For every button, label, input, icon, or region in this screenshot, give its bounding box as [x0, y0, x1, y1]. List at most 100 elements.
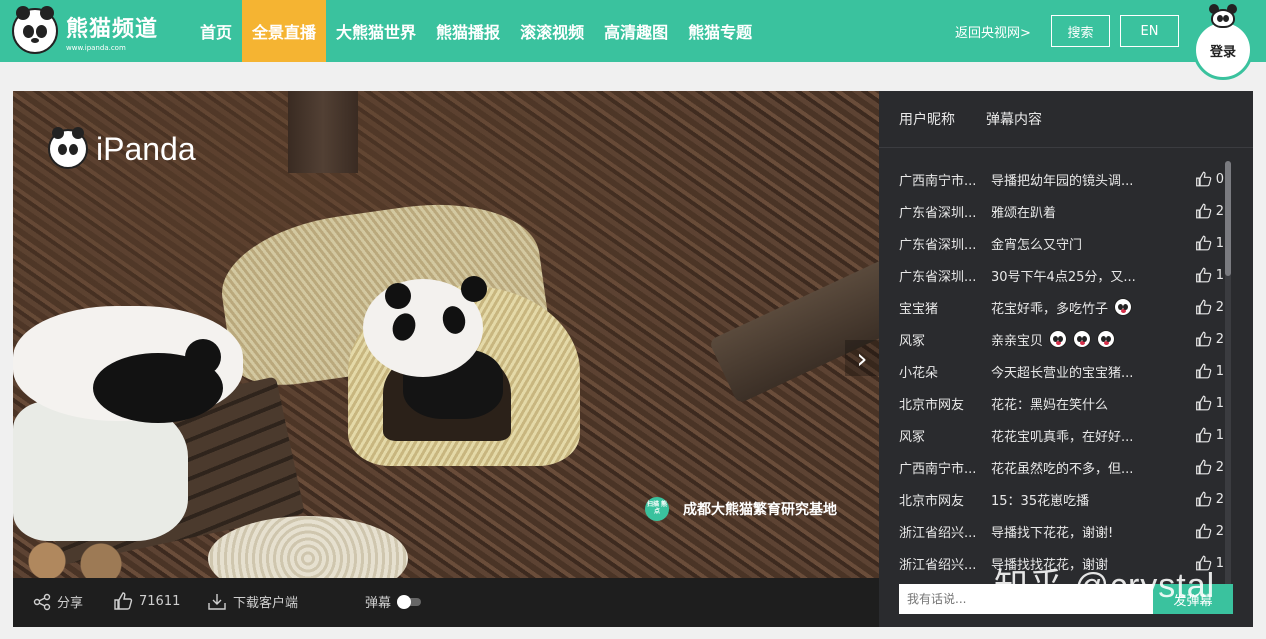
- thumbs-up-icon: [1195, 459, 1212, 475]
- nav-item-live[interactable]: 全景直播: [242, 0, 327, 62]
- danmaku-user: 广西南宁市...: [899, 461, 977, 477]
- danmaku-like-button[interactable]: 1: [1174, 395, 1224, 411]
- ipanda-watermark: iPanda: [48, 127, 196, 169]
- thumbs-up-icon: [1195, 363, 1212, 379]
- danmaku-message: 导播找下花花，谢谢!: [991, 525, 1114, 541]
- ipanda-brand: iPanda: [96, 130, 196, 167]
- danmaku-user: 北京市网友: [899, 493, 965, 509]
- danmaku-row: 广西南宁市... 花花虽然吃的不多，但... 2: [899, 451, 1224, 483]
- danmaku-like-button[interactable]: 2: [1174, 491, 1224, 507]
- logo-url: www.ipanda.com: [66, 43, 126, 52]
- danmaku-row: 广东省深圳... 雅颂在趴着 2: [899, 195, 1224, 227]
- nav-item-topics[interactable]: 熊猫专题: [678, 0, 762, 62]
- site-logo[interactable]: 熊猫频道 www.ipanda.com: [12, 6, 172, 56]
- danmaku-label: 弹幕: [365, 596, 392, 611]
- danmaku-row: 浙江省绍兴... 导播找下花花，谢谢! 2: [899, 515, 1224, 547]
- danmaku-like-count: 2: [1215, 523, 1224, 539]
- danmaku-like-button[interactable]: 0: [1174, 171, 1224, 187]
- next-camera-arrow-icon[interactable]: ›: [845, 340, 879, 376]
- danmaku-header: 用户昵称 弹幕内容: [899, 109, 1042, 129]
- danmaku-message: 花宝好乖，多吃竹子: [991, 298, 1161, 317]
- search-button[interactable]: 搜索: [1051, 15, 1110, 47]
- danmaku-like-button[interactable]: 2: [1174, 459, 1224, 475]
- column-content: 弹幕内容: [986, 112, 1042, 128]
- danmaku-user: 广西南宁市...: [899, 173, 977, 189]
- download-label: 下载客户端: [233, 596, 299, 611]
- nav-item-photos[interactable]: 高清趣图: [594, 0, 678, 62]
- back-to-cctv-link[interactable]: 返回央视网>: [955, 22, 1031, 41]
- danmaku-message: 导播把幼年园的镜头调...: [991, 173, 1134, 189]
- thumbs-up-icon: [1195, 235, 1212, 251]
- thumbs-up-icon: [114, 592, 133, 610]
- danmaku-like-button[interactable]: 2: [1174, 203, 1224, 219]
- login-panda-icon: [1206, 4, 1240, 28]
- danmaku-like-count: 1: [1215, 267, 1224, 283]
- nav-item-home[interactable]: 首页: [190, 0, 242, 62]
- danmaku-like-button[interactable]: 1: [1174, 267, 1224, 283]
- danmaku-user: 北京市网友: [899, 397, 965, 413]
- danmaku-like-button[interactable]: 2: [1174, 523, 1224, 539]
- like-button[interactable]: 71611: [113, 592, 180, 610]
- danmaku-toggle[interactable]: 弹幕: [365, 592, 422, 611]
- top-header: 熊猫频道 www.ipanda.com 首页 全景直播 大熊猫世界 熊猫播报 滚…: [0, 0, 1266, 62]
- danmaku-like-count: 1: [1215, 395, 1224, 411]
- danmaku-message: 花花宝叽真乖，在好好...: [991, 429, 1134, 445]
- danmaku-like-count: 0: [1215, 171, 1224, 187]
- main-nav: 首页 全景直播 大熊猫世界 熊猫播报 滚滚视频 高清趣图 熊猫专题: [190, 0, 762, 62]
- download-client-button[interactable]: 下载客户端: [207, 592, 298, 611]
- danmaku-user: 广东省深圳...: [899, 269, 977, 285]
- thumbs-up-icon: [1195, 427, 1212, 443]
- danmaku-row: 小花朵 今天超长营业的宝宝猪... 1: [899, 355, 1224, 387]
- danmaku-message: 金宵怎么又守门: [991, 237, 1083, 253]
- like-count: 71611: [139, 593, 181, 609]
- danmaku-user: 浙江省绍兴...: [899, 525, 977, 541]
- thumbs-up-icon: [1195, 299, 1212, 315]
- danmaku-like-button[interactable]: 1: [1174, 235, 1224, 251]
- danmaku-row: 风冢 花花宝叽真乖，在好好... 1: [899, 419, 1224, 451]
- language-button[interactable]: EN: [1120, 15, 1179, 47]
- nav-item-news[interactable]: 熊猫播报: [426, 0, 510, 62]
- danmaku-like-button[interactable]: 2: [1174, 331, 1224, 347]
- danmaku-row: 风冢 亲亲宝贝 2: [899, 323, 1224, 355]
- danmaku-user: 风冢: [899, 429, 926, 445]
- thumbs-up-icon: [1195, 331, 1212, 347]
- login-button[interactable]: 登录: [1193, 20, 1253, 80]
- danmaku-like-count: 2: [1215, 203, 1224, 219]
- danmaku-message: 15：35花崽吃播: [991, 493, 1090, 509]
- danmaku-message: 花花虽然吃的不多，但...: [991, 461, 1134, 477]
- danmaku-row: 北京市网友 花花：黑妈在笑什么 1: [899, 387, 1224, 419]
- danmaku-row: 北京市网友 15：35花崽吃播 2: [899, 483, 1224, 515]
- scrollbar-thumb[interactable]: [1225, 161, 1231, 276]
- share-button[interactable]: 分享: [33, 592, 83, 611]
- player-controls: 分享 71611 下载客户端 弹幕: [13, 578, 879, 627]
- thumbs-up-icon: [1195, 523, 1212, 539]
- danmaku-like-count: 2: [1215, 299, 1224, 315]
- nav-item-panda-world[interactable]: 大熊猫世界: [326, 0, 426, 62]
- danmaku-message: 雅颂在趴着: [991, 205, 1057, 221]
- panda-emoji-icon: [1073, 330, 1092, 348]
- panda-emoji-icon: [1049, 330, 1068, 348]
- live-video-player[interactable]: iPanda 扫描 熊点 成都大熊猫繁育研究基地: [13, 91, 879, 578]
- danmaku-like-button[interactable]: 1: [1174, 427, 1224, 443]
- thumbs-up-icon: [1195, 171, 1212, 187]
- base-name: 成都大熊猫繁育研究基地: [683, 502, 837, 518]
- panda-logo-icon: [12, 6, 58, 54]
- danmaku-user: 广东省深圳...: [899, 237, 977, 253]
- danmaku-like-button[interactable]: 2: [1174, 299, 1224, 315]
- danmaku-user: 小花朵: [899, 365, 939, 381]
- nav-item-videos[interactable]: 滚滚视频: [510, 0, 594, 62]
- danmaku-row: 广东省深圳... 金宵怎么又守门 1: [899, 227, 1224, 259]
- column-user: 用户昵称: [899, 112, 955, 128]
- danmaku-panel: 用户昵称 弹幕内容 广西南宁市... 导播把幼年园的镜头调... 0 广东省深圳...…: [879, 91, 1253, 627]
- toggle-switch[interactable]: [397, 594, 422, 609]
- thumbs-up-icon: [1195, 267, 1212, 283]
- danmaku-like-button[interactable]: 1: [1174, 363, 1224, 379]
- danmaku-message: 今天超长营业的宝宝猪...: [991, 365, 1134, 381]
- danmaku-row: 宝宝猪 花宝好乖，多吃竹子 2: [899, 291, 1224, 323]
- danmaku-user: 风冢: [899, 333, 926, 349]
- share-icon: [33, 593, 51, 610]
- qr-badge: 扫描 熊点: [645, 497, 669, 521]
- danmaku-message: 花花：黑妈在笑什么: [991, 397, 1109, 413]
- panda-emoji-icon: [1097, 330, 1116, 348]
- danmaku-list: 广西南宁市... 导播把幼年园的镜头调... 0 广东省深圳... 雅颂在趴着 2 广东省深…: [899, 163, 1224, 579]
